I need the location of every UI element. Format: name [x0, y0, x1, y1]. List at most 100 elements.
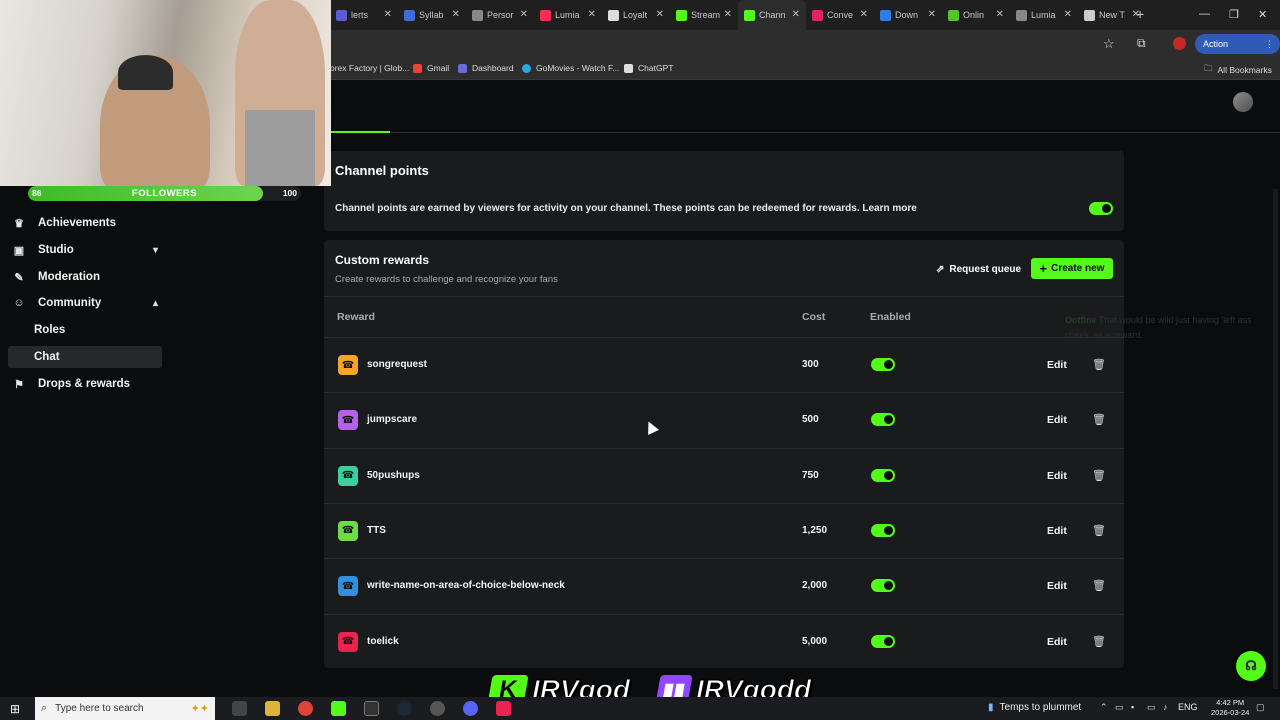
tab-close-icon[interactable]: ✕: [1064, 9, 1072, 20]
browser-tab[interactable]: Loyalt ✕: [602, 0, 670, 30]
weather-label: Temps to plummet: [999, 702, 1082, 713]
trash-icon[interactable]: 🗑: [1092, 579, 1106, 592]
tray-app-icon[interactable]: ▪: [1131, 702, 1134, 712]
chrome-icon[interactable]: [298, 701, 313, 716]
tab-close-icon[interactable]: ✕: [996, 9, 1004, 20]
tab-close-icon[interactable]: ✕: [520, 9, 528, 20]
tab-close-icon[interactable]: ✕: [588, 9, 596, 20]
epic-games-icon[interactable]: [364, 701, 379, 716]
trash-icon[interactable]: 🗑: [1092, 469, 1106, 482]
bookmark-gomovies[interactable]: GoMovies - Watch F...: [522, 63, 619, 73]
tray-chevron-icon[interactable]: ⌃: [1100, 702, 1108, 713]
trash-icon[interactable]: 🗑: [1092, 635, 1106, 648]
bookmark-chatgpt[interactable]: ChatGPT: [624, 63, 673, 73]
new-tab-button[interactable]: +: [1136, 6, 1144, 22]
bookmark-star-icon[interactable]: ☆: [1103, 36, 1115, 52]
tab-close-icon[interactable]: ✕: [792, 9, 800, 20]
edit-button[interactable]: Edit: [1047, 470, 1067, 482]
bookmark-gmail[interactable]: Gmail: [413, 63, 449, 73]
channel-points-description: Channel points are earned by viewers for…: [335, 203, 917, 214]
sidebar-subitem-chat[interactable]: Chat: [8, 346, 162, 368]
browser-tab[interactable]: Onlin ✕: [942, 0, 1010, 30]
edit-button[interactable]: Edit: [1047, 525, 1067, 537]
tab-close-icon[interactable]: ✕: [656, 9, 664, 20]
volume-icon[interactable]: ♪: [1163, 702, 1168, 712]
browser-tab[interactable]: Persor ✕: [466, 0, 534, 30]
taskbar-search[interactable]: ⌕ Type here to search ✦✦: [35, 697, 215, 720]
edit-button[interactable]: Edit: [1047, 636, 1067, 648]
bookmark-label: GoMovies - Watch F...: [536, 63, 620, 73]
valorant-icon[interactable]: [496, 701, 511, 716]
edit-button[interactable]: Edit: [1047, 414, 1067, 426]
trash-icon[interactable]: 🗑: [1092, 358, 1106, 371]
sidebar-item-achievements[interactable]: ♛ Achievements: [8, 211, 162, 235]
edit-button[interactable]: Edit: [1047, 580, 1067, 592]
reward-enabled-toggle[interactable]: [871, 413, 895, 427]
sidebar-item-community[interactable]: ☺ Community ▴: [8, 291, 162, 315]
wrench-icon: ✎: [14, 271, 24, 284]
tab-close-icon[interactable]: ✕: [860, 9, 868, 20]
reward-enabled-toggle[interactable]: [871, 358, 895, 371]
browser-tab[interactable]: Chann ✕: [738, 0, 806, 30]
browser-tab[interactable]: Down ✕: [874, 0, 942, 30]
reward-enabled-toggle[interactable]: [871, 468, 895, 482]
reward-enabled-toggle[interactable]: [871, 523, 895, 537]
tray-app-icon[interactable]: ▭: [1115, 702, 1124, 713]
browser-tab[interactable]: Stream ✕: [670, 0, 738, 30]
file-explorer-icon[interactable]: [265, 701, 280, 716]
browser-tab[interactable]: Syllab ✕: [398, 0, 466, 30]
browser-tab[interactable]: Conve ✕: [806, 0, 874, 30]
page-scrollbar[interactable]: [1273, 189, 1278, 689]
external-link-icon: ⇗: [936, 263, 945, 275]
tab-label: Syllab: [419, 10, 444, 20]
edit-button[interactable]: Edit: [1047, 359, 1067, 371]
trash-icon[interactable]: 🗑: [1092, 524, 1106, 537]
browser-tab[interactable]: lerts ✕: [330, 0, 398, 30]
sidebar-subitem-roles[interactable]: Roles: [8, 319, 162, 341]
request-queue-button[interactable]: ⇗ Request queue: [928, 258, 1029, 280]
language-indicator[interactable]: ENG: [1178, 702, 1198, 712]
tab-close-icon[interactable]: ✕: [928, 9, 936, 20]
create-new-button[interactable]: + Create new: [1031, 258, 1113, 279]
close-window-icon[interactable]: ✕: [1258, 8, 1267, 21]
plus-icon: +: [1039, 261, 1048, 276]
notifications-icon[interactable]: ▢: [1256, 702, 1265, 713]
sidebar-item-moderation[interactable]: ✎ Moderation: [8, 265, 162, 289]
minimize-icon[interactable]: —: [1199, 8, 1210, 20]
bookmark-forex-factory[interactable]: orex Factory | Glob...: [330, 63, 409, 73]
windows-start-icon[interactable]: ⊞: [10, 702, 20, 716]
clock[interactable]: 4:42 PM 2026-03-24: [1211, 698, 1249, 718]
action-required-button[interactable]: Action required ⋮: [1195, 34, 1280, 69]
discord-icon[interactable]: [463, 701, 478, 716]
dashboard-icon: [458, 63, 467, 73]
steam-icon[interactable]: [397, 701, 412, 716]
tab-close-icon[interactable]: ✕: [384, 9, 392, 20]
user-avatar[interactable]: [1233, 92, 1253, 112]
trash-icon[interactable]: 🗑: [1092, 413, 1106, 426]
tab-close-icon[interactable]: ✕: [452, 9, 460, 20]
task-view-icon[interactable]: [232, 701, 247, 716]
channel-points-toggle[interactable]: [1089, 202, 1113, 215]
profile-icon[interactable]: [1173, 37, 1186, 50]
chatgpt-icon: [624, 63, 633, 73]
browser-tab[interactable]: Lumia ✕: [1010, 0, 1078, 30]
settings-gear-icon[interactable]: [430, 701, 445, 716]
sidebar-item-drops-rewards[interactable]: ⚑ Drops & rewards: [8, 372, 162, 396]
restore-icon[interactable]: ❐: [1229, 8, 1239, 21]
extensions-icon[interactable]: ⧉: [1137, 36, 1146, 51]
sidebar-item-studio[interactable]: ▣ Studio ▾: [8, 238, 162, 262]
reward-enabled-toggle[interactable]: [871, 634, 895, 648]
battery-icon[interactable]: ▭: [1147, 702, 1156, 713]
tab-favicon-icon: [948, 9, 959, 21]
all-bookmarks-button[interactable]: 🗀 All Bookmarks: [1204, 63, 1272, 77]
browser-tab[interactable]: Lumia ✕: [534, 0, 602, 30]
tab-favicon-icon: [608, 9, 619, 21]
reward-icon: ☎: [338, 520, 358, 541]
bookmark-dashboard[interactable]: Dashboard: [458, 63, 514, 73]
kick-app-icon[interactable]: [331, 701, 346, 716]
reward-enabled-toggle[interactable]: [871, 579, 895, 593]
weather-widget[interactable]: ▮ Temps to plummet: [988, 702, 1081, 713]
help-chat-button[interactable]: ☊: [1236, 651, 1266, 681]
tab-label: Lumia: [555, 10, 580, 20]
tab-close-icon[interactable]: ✕: [724, 9, 732, 20]
